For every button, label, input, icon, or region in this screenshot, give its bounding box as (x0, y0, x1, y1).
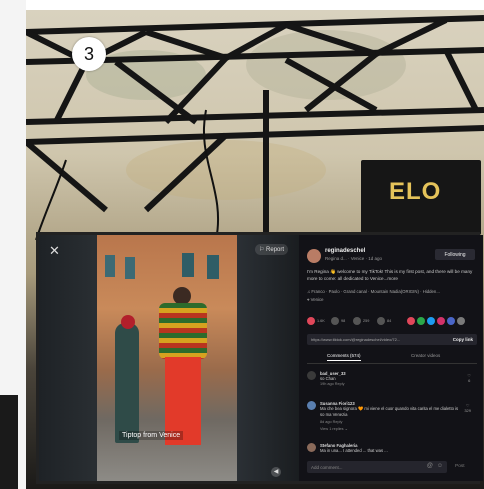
comment-count: 98 (341, 319, 346, 323)
mention-icon[interactable]: @ (427, 463, 433, 469)
video-url: https://www.tiktok.com/@reginadeschel/vi… (311, 337, 401, 342)
comment-like[interactable]: ♡ 329 (464, 403, 471, 413)
location-label: Venice (310, 297, 324, 302)
location-tag[interactable]: ⌖ Venice (307, 297, 324, 302)
comment-meta[interactable]: 19h ago Reply (320, 382, 345, 386)
report-button[interactable]: ⚐ Report (255, 244, 289, 255)
instagram-icon[interactable] (437, 317, 445, 325)
comment-text: Ma in una... I attended ... that was ... (320, 448, 388, 453)
step-number-badge: 3 (72, 37, 106, 71)
music-tags[interactable]: ♫ Franco · Paolo · Grand canal · Mountai… (307, 289, 440, 294)
heart-icon[interactable] (307, 317, 315, 325)
comment-like-count: 6 (468, 378, 471, 383)
left-dark-block (0, 395, 18, 489)
username[interactable]: reginadeschel (325, 248, 365, 254)
window-shutter (125, 257, 135, 279)
action-row: 1.6K 98 259 84 (307, 317, 477, 327)
booth-logo: ELO (389, 178, 442, 205)
window-shutter (207, 255, 219, 279)
video-blur-right: ⚐ Report (237, 235, 299, 481)
tab-comments[interactable]: Comments (574) (327, 353, 361, 361)
comments-panel: reginadeschel Regina d... · Venice · 1d … (299, 235, 483, 481)
share-embed-icon[interactable] (407, 317, 415, 325)
following-button[interactable]: Following (435, 249, 475, 260)
comment-like-count: 329 (464, 408, 471, 413)
copy-link-button[interactable]: Copy link (453, 337, 473, 342)
comment-text: Ma che bea signora 🧡 mi viene el cuor qu… (320, 406, 459, 417)
comment-meta[interactable]: 8d ago Reply (320, 420, 342, 424)
comment-icon[interactable] (331, 317, 339, 325)
bookmark-icon[interactable] (353, 317, 361, 325)
flag-icon: ⚐ (259, 247, 267, 253)
video-blur-left (39, 235, 99, 481)
avatar[interactable] (307, 371, 316, 380)
person-man-shirt (159, 303, 207, 359)
window-shutter (182, 253, 194, 277)
more-share-icon[interactable] (457, 317, 465, 325)
video-description: I'm Regina 👋 welcome to my TikTok! This … (307, 269, 473, 281)
add-comment-input[interactable]: Add comment... @ ☺ (307, 461, 447, 473)
video-player[interactable]: Tiptop from Venice (97, 235, 237, 481)
person-woman (115, 323, 139, 443)
add-comment-placeholder: Add comment... (311, 464, 343, 470)
comment-like[interactable]: ♡ 6 (467, 373, 471, 383)
close-icon[interactable]: ✕ (49, 243, 60, 259)
bookmark-count: 259 (363, 319, 370, 323)
view-replies-link[interactable]: View 1 replies ⌄ (320, 426, 348, 431)
comment-item: Stefano Faghaleria Ma in una... I attend… (307, 443, 477, 457)
share-icon[interactable] (377, 317, 385, 325)
twitter-icon[interactable] (427, 317, 435, 325)
avatar[interactable] (307, 443, 316, 452)
user-subtitle: Regina d... · Venice · 1d ago (325, 256, 383, 261)
window-shutter (105, 255, 115, 277)
badge-number: 3 (83, 43, 94, 64)
comment-tabs: Comments (574) Creator videos (307, 353, 477, 364)
tab-creator-videos[interactable]: Creator videos (411, 353, 440, 358)
like-count: 1.6K (317, 319, 325, 323)
avatar[interactable] (307, 249, 321, 263)
comment-item: Susanna Fiori123 Ma che bea signora 🧡 mi… (307, 401, 477, 441)
facebook-icon[interactable] (447, 317, 455, 325)
video-caption: Tiptop from Venice (119, 431, 184, 440)
volume-icon[interactable]: ◀ (271, 467, 281, 477)
avatar[interactable] (307, 401, 316, 410)
monitor-screen: ✕ Tiptop from Venice ⚐ Report ◀ reginade… (36, 232, 483, 484)
share-count: 84 (387, 319, 392, 323)
emoji-icon[interactable]: ☺ (437, 463, 443, 469)
booth-sign: ELO (361, 160, 481, 235)
link-bar: https://www.tiktok.com/@reginadeschel/vi… (307, 334, 477, 345)
whatsapp-icon[interactable] (417, 317, 425, 325)
comment-item: bad_user_33 so Chan 19h ago Reply ♡ 6 (307, 371, 477, 393)
post-button[interactable]: Post (455, 464, 465, 469)
report-label: Report (266, 247, 285, 253)
comment-text: so Chan (320, 376, 336, 381)
person-woman-hat (121, 315, 135, 329)
